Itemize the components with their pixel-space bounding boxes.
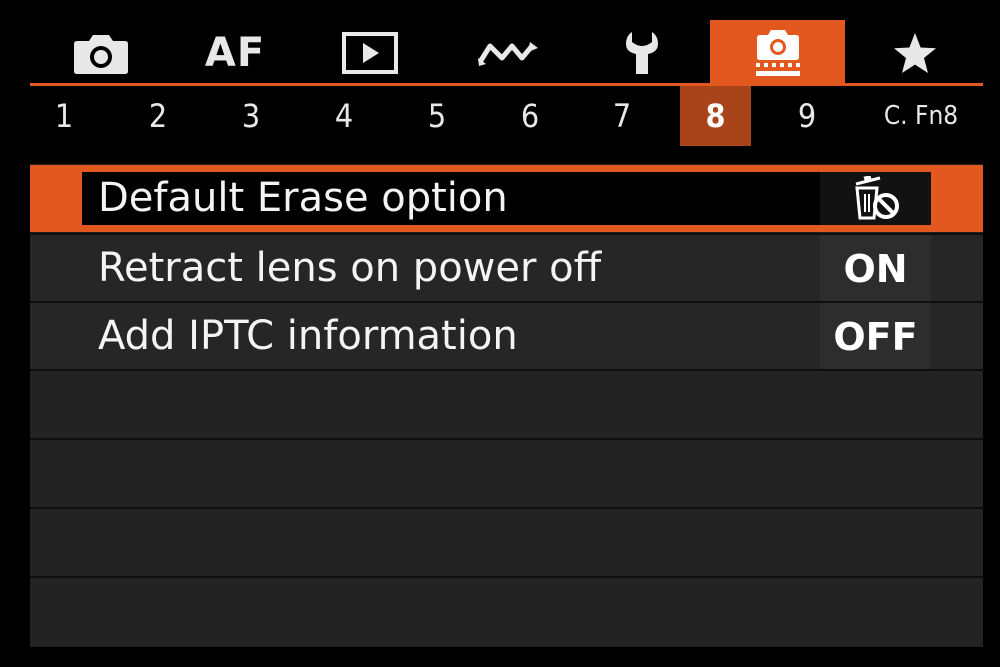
- setup-tab[interactable]: [620, 20, 664, 85]
- af-tab[interactable]: AF: [200, 20, 270, 85]
- page-8[interactable]: 8: [680, 86, 751, 146]
- page-6[interactable]: 6: [514, 86, 546, 146]
- wireless-icon: [477, 41, 538, 66]
- empty-row: [30, 369, 983, 438]
- page-selector: 1 2 3 4 5 6 7 8 9 C. Fn8: [30, 86, 983, 164]
- menu-item-value: OFF: [820, 303, 931, 370]
- page-custom-function-label: C. Fn8: [883, 101, 959, 131]
- camera-icon: [74, 34, 128, 74]
- page-7[interactable]: 7: [606, 86, 638, 146]
- custom-functions-tab[interactable]: [710, 20, 845, 85]
- page-3[interactable]: 3: [235, 86, 267, 146]
- play-icon: [342, 31, 398, 74]
- menu-item-value: ON: [820, 235, 931, 302]
- menu-item-default-erase-option[interactable]: Default Erase option: [30, 165, 983, 232]
- star-icon: [894, 32, 936, 73]
- my-menu-tab[interactable]: [890, 20, 940, 85]
- menu-item-retract-lens[interactable]: Retract lens on power off ON: [30, 233, 983, 302]
- erase-cancel-icon: [854, 175, 899, 219]
- empty-row: [30, 576, 983, 647]
- wireless-tab[interactable]: [475, 20, 543, 85]
- menu-item-label: Default Erase option: [98, 175, 508, 221]
- page-1[interactable]: 1: [48, 86, 80, 146]
- page-5[interactable]: 5: [421, 86, 453, 146]
- page-9[interactable]: 9: [791, 86, 823, 146]
- empty-row: [30, 507, 983, 576]
- empty-row: [30, 438, 983, 507]
- menu-item-label: Retract lens on power off: [98, 245, 602, 291]
- menu-item-add-iptc[interactable]: Add IPTC information OFF: [30, 301, 983, 370]
- camera-menu-screen: AF 1 2 3 4 5 6 7 8 9 C. Fn8 Default Eras…: [30, 20, 983, 647]
- menu-tab-bar: AF: [30, 20, 983, 86]
- wrench-icon: [626, 31, 658, 74]
- page-2[interactable]: 2: [142, 86, 174, 146]
- playback-tab[interactable]: [340, 20, 400, 85]
- page-4[interactable]: 4: [328, 86, 360, 146]
- menu-item-value: [820, 172, 931, 225]
- custom-camera-icon: [755, 29, 800, 76]
- af-tab-label: AF: [204, 29, 266, 76]
- shooting-tab[interactable]: [72, 20, 130, 85]
- menu-item-label: Add IPTC information: [98, 313, 518, 359]
